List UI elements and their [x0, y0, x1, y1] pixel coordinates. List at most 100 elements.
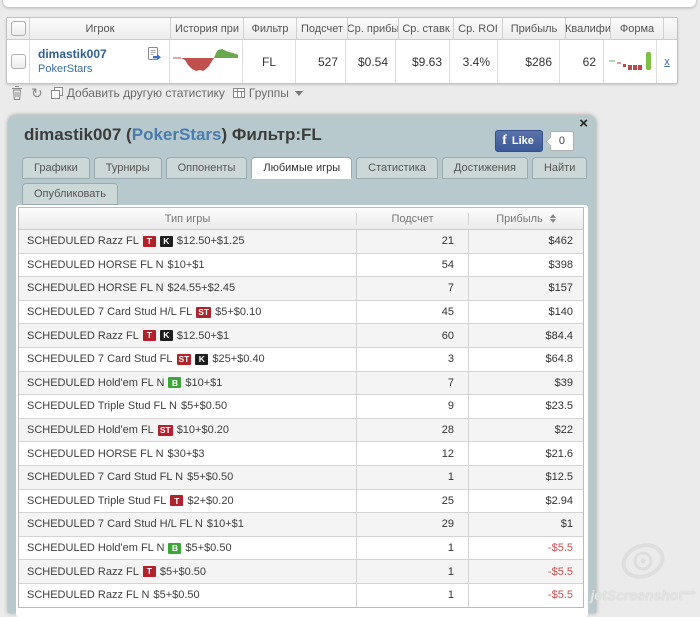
game-row: SCHEDULED Razz FL T K $12.50+$1 60 $84.4: [19, 323, 583, 347]
game-row: SCHEDULED 7 Card Stud FL ST K $25+$0.40 3 $64…: [19, 346, 583, 371]
game-row: SCHEDULED HORSE FL N $30+$3 12 $21.6: [19, 441, 583, 465]
col-header-filter[interactable]: Фильтр: [243, 18, 296, 39]
facebook-like-label: Like: [511, 135, 534, 147]
tab-2[interactable]: Оппоненты: [165, 157, 248, 179]
game-type-cell: SCHEDULED Triple Stud FL N $5+$0.50: [19, 395, 356, 418]
game-badge-icon: ST: [157, 424, 173, 436]
game-badge-icon: K: [195, 353, 209, 365]
game-badge-icon: T: [170, 495, 184, 507]
tab-3[interactable]: Любимые игры: [251, 157, 353, 179]
game-row: SCHEDULED HORSE FL N $24.55+$2.45 7 $157: [19, 276, 583, 300]
game-name: SCHEDULED Razz FL N: [27, 589, 150, 602]
game-type-cell: SCHEDULED 7 Card Stud H/L FL N $10+$1: [19, 513, 356, 536]
games-col-header-type[interactable]: Тип игры: [19, 213, 356, 225]
game-stake: $12.50+$1.25: [176, 235, 245, 248]
game-badge-icon: ST: [176, 353, 192, 365]
games-col-header-count[interactable]: Подсчет: [356, 212, 468, 225]
player-details-panel: × dimastik007 (PokerStars) Фильтр:FL f L…: [8, 115, 596, 617]
col-header-avg-profit[interactable]: Ср. прибы: [347, 18, 398, 39]
tab-4[interactable]: Статистика: [356, 157, 438, 179]
qualified-cell: 62: [559, 40, 603, 83]
game-badge-icon: ST: [196, 306, 212, 318]
groups-dropdown[interactable]: Группы: [232, 86, 303, 100]
game-row: SCHEDULED HORSE FL N $10+$1 54 $398: [19, 252, 583, 277]
games-table-body: SCHEDULED Razz FL T K $12.50+$1.25 21 $462 SCH…: [19, 230, 583, 607]
add-statistic-label: Добавить другую статистику: [66, 86, 225, 100]
col-header-avg-roi[interactable]: Ср. ROI: [453, 18, 502, 39]
refresh-icon[interactable]: ↻: [31, 86, 43, 100]
game-stake: $10+$1: [206, 518, 244, 531]
tab-6[interactable]: Найти: [531, 157, 588, 179]
notes-export-icon[interactable]: [146, 46, 162, 62]
game-stake: $10+$1: [185, 376, 223, 389]
game-profit-cell: $64.8: [468, 347, 583, 371]
game-count-cell: 7: [356, 277, 468, 300]
add-statistic-button[interactable]: Добавить другую статистику: [50, 86, 225, 100]
panel-title-site[interactable]: PokerStars: [132, 125, 222, 144]
game-badge-icon: K: [159, 330, 173, 342]
game-badge-icon: K: [159, 235, 173, 247]
game-badge-icon: B: [168, 542, 182, 554]
tab-7[interactable]: Опубликовать: [22, 183, 118, 205]
player-site-link[interactable]: PokerStars: [38, 62, 92, 77]
game-type-cell: SCHEDULED 7 Card Stud FL ST K $25+$0.40: [19, 348, 356, 371]
game-count-cell: 9: [356, 395, 468, 418]
count-cell: 527: [295, 40, 345, 83]
game-name: SCHEDULED Triple Stud FL N: [27, 400, 177, 413]
header-checkbox-cell: [7, 18, 29, 39]
col-header-profit[interactable]: Прибыль: [502, 18, 565, 39]
sort-icon[interactable]: [549, 214, 556, 223]
game-name: SCHEDULED 7 Card Stud FL N: [27, 471, 184, 484]
close-icon[interactable]: ×: [579, 116, 588, 131]
form-mini-chart: [609, 51, 651, 70]
profit-cell: $286: [497, 40, 559, 83]
game-name: SCHEDULED 7 Card Stud H/L FL N: [27, 518, 203, 531]
game-name: SCHEDULED Triple Stud FL: [27, 494, 167, 507]
tab-1[interactable]: Турниры: [93, 157, 162, 179]
facebook-like-button[interactable]: f Like: [495, 130, 543, 152]
game-name: SCHEDULED HORSE FL N: [27, 447, 164, 460]
panel-title-player: dimastik007 (: [24, 125, 132, 144]
game-count-cell: 54: [356, 253, 468, 277]
game-name: SCHEDULED Razz FL: [27, 565, 139, 578]
game-type-cell: SCHEDULED Razz FL T K $12.50+$1.25: [19, 230, 356, 253]
filter-cell: FL: [242, 40, 295, 83]
game-profit-cell: $157: [468, 277, 583, 300]
game-count-cell: 1: [356, 583, 468, 607]
game-count-cell: 12: [356, 442, 468, 465]
game-profit-cell: $12.5: [468, 465, 583, 489]
tab-0[interactable]: Графики: [22, 157, 90, 179]
game-count-cell: 7: [356, 371, 468, 395]
facebook-like-widget: f Like 0: [495, 130, 574, 152]
select-all-checkbox[interactable]: [10, 21, 26, 36]
game-count-cell: 25: [356, 489, 468, 513]
remove-player-link[interactable]: x: [664, 56, 670, 68]
game-type-cell: SCHEDULED Razz FL T K $12.50+$1: [19, 324, 356, 347]
game-count-cell: 45: [356, 300, 468, 324]
panel-title: dimastik007 (PokerStars) Фильтр:FL: [24, 125, 322, 145]
game-profit-cell: $140: [468, 300, 583, 324]
game-type-cell: SCHEDULED HORSE FL N $30+$3: [19, 442, 356, 465]
game-profit-cell: $22: [468, 418, 583, 442]
row-checkbox[interactable]: [10, 54, 26, 69]
game-count-cell: 3: [356, 347, 468, 371]
game-name: SCHEDULED Hold'em FL N: [27, 542, 165, 555]
col-header-qualified[interactable]: Квалифи: [565, 18, 610, 39]
game-profit-cell: -$5.5: [468, 560, 583, 583]
tab-5[interactable]: Достижения: [441, 157, 528, 179]
game-profit-cell: $23.5: [468, 395, 583, 418]
col-header-count[interactable]: Подсчет: [296, 18, 347, 39]
game-row: SCHEDULED 7 Card Stud H/L FL ST $5+$0.10 45…: [19, 299, 583, 324]
game-type-cell: SCHEDULED HORSE FL N $10+$1: [19, 254, 356, 277]
game-row: SCHEDULED Razz FL T K $12.50+$1.25 21 $462: [19, 230, 583, 253]
players-table: Игрок История при Фильтр Подсчет Ср. при…: [6, 17, 678, 84]
game-row: SCHEDULED Razz FL T $5+$0.50 1 -$5.5: [19, 559, 583, 583]
game-profit-cell: $398: [468, 253, 583, 277]
trash-icon[interactable]: [11, 86, 23, 100]
col-header-form[interactable]: Форма: [610, 18, 663, 39]
player-name-link[interactable]: dimastik007: [38, 46, 107, 62]
games-col-header-profit[interactable]: Прибыль: [468, 212, 583, 225]
col-header-avg-stake[interactable]: Ср. ставк: [398, 18, 453, 39]
col-header-player[interactable]: Игрок: [29, 18, 170, 39]
col-header-history[interactable]: История при: [170, 18, 243, 39]
